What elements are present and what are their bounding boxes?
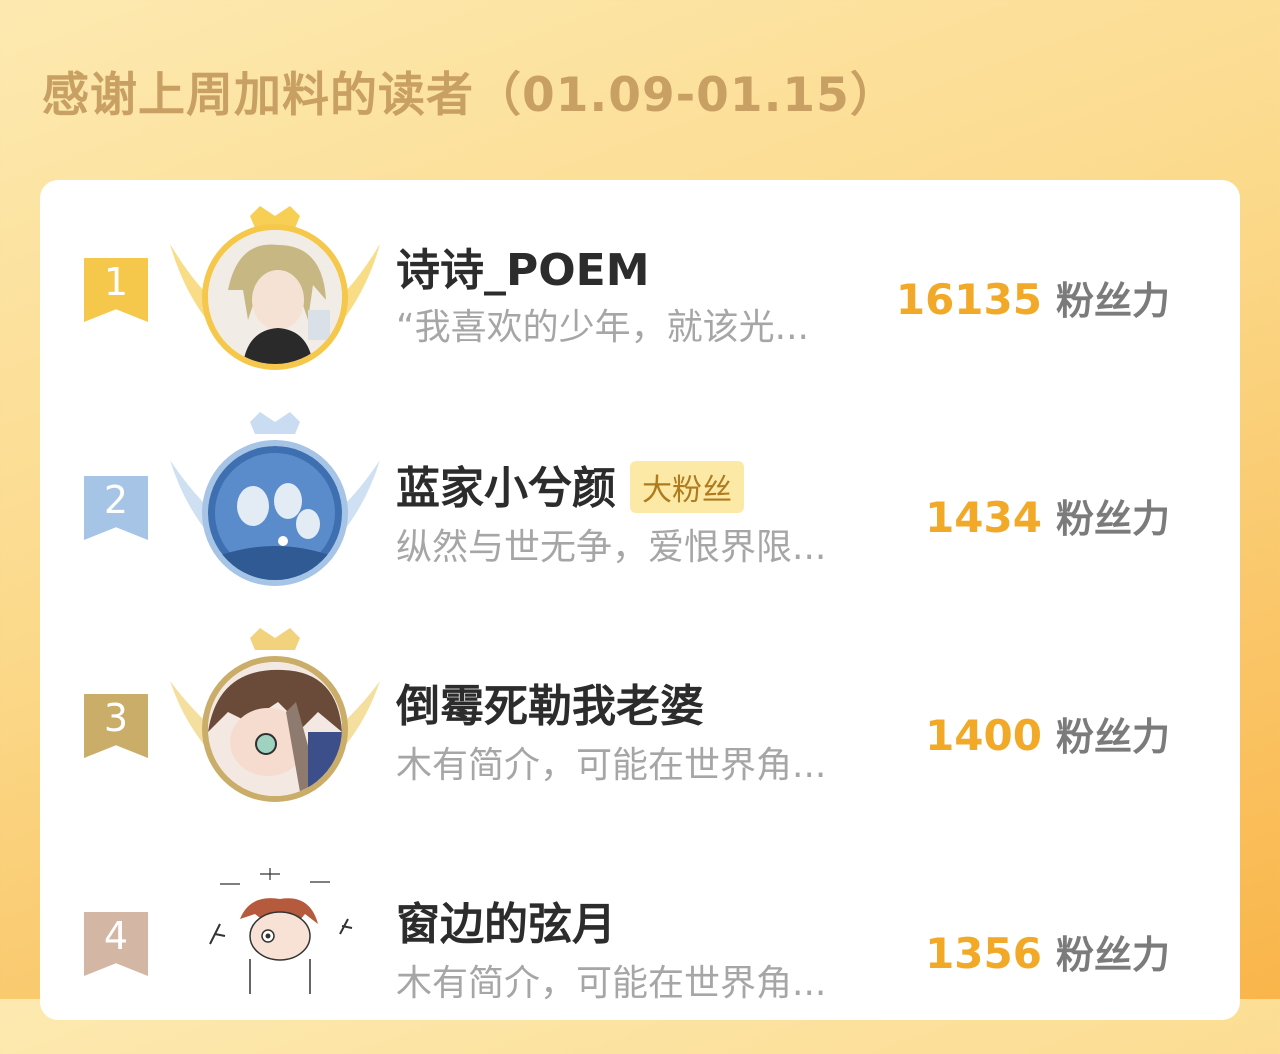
avatar[interactable] bbox=[202, 440, 348, 586]
reader-bio: “我喜欢的少年，就该光... bbox=[396, 307, 809, 348]
reader-bio: 木有简介，可能在世界角... bbox=[396, 963, 827, 1004]
fan-score: 1356 粉丝力 bbox=[925, 924, 1170, 979]
avatar-medal bbox=[170, 626, 380, 802]
reader-bio: 纵然与世无争，爱恨界限... bbox=[396, 527, 827, 568]
avatar[interactable] bbox=[202, 224, 348, 370]
fan-score-unit: 粉丝力 bbox=[1055, 933, 1170, 977]
anime-character-avatar-icon bbox=[208, 230, 342, 364]
fan-score-value: 1400 bbox=[925, 711, 1042, 760]
reader-name[interactable]: 倒霉死勒我老婆 bbox=[396, 670, 704, 734]
reader-bio: 木有简介，可能在世界角... bbox=[396, 745, 827, 786]
brown-hair-avatar-icon bbox=[208, 662, 342, 796]
leaderboard-card: 1 诗诗_POEM “我喜欢的少年，就该光... 16135 粉丝力 2 蓝家小… bbox=[40, 180, 1240, 1020]
avatar[interactable] bbox=[202, 656, 348, 802]
reader-row-2[interactable]: 2 蓝家小兮颜 大粉丝 纵然与世无争，爱恨界限... 1434 粉丝力 bbox=[40, 412, 1240, 618]
blue-group-avatar-icon bbox=[208, 446, 342, 580]
rank-badge: 3 bbox=[84, 694, 148, 758]
fan-score-value: 16135 bbox=[895, 275, 1042, 324]
fan-score-unit: 粉丝力 bbox=[1055, 715, 1170, 759]
rank-badge: 1 bbox=[84, 258, 148, 322]
fan-score-unit: 粉丝力 bbox=[1055, 497, 1170, 541]
avatar-doodle[interactable] bbox=[190, 864, 370, 1004]
fan-score: 1400 粉丝力 bbox=[925, 706, 1170, 761]
fan-score-value: 1434 bbox=[925, 493, 1042, 542]
avatar-medal bbox=[170, 204, 380, 374]
reader-name[interactable]: 诗诗_POEM bbox=[396, 234, 650, 298]
rank-badge: 2 bbox=[84, 476, 148, 540]
fan-score-value: 1356 bbox=[925, 929, 1042, 978]
avatar-medal bbox=[170, 410, 380, 586]
fan-score-unit: 粉丝力 bbox=[1055, 279, 1170, 323]
doodle-avatar-icon bbox=[190, 864, 370, 1004]
fan-score: 1434 粉丝力 bbox=[925, 488, 1170, 543]
rank-badge: 4 bbox=[84, 912, 148, 976]
fan-score: 16135 粉丝力 bbox=[896, 270, 1170, 325]
reader-name[interactable]: 蓝家小兮颜 大粉丝 bbox=[396, 452, 744, 517]
reader-name-text: 蓝家小兮颜 bbox=[396, 463, 616, 514]
reader-row-1[interactable]: 1 诗诗_POEM “我喜欢的少年，就该光... 16135 粉丝力 bbox=[40, 200, 1240, 400]
reader-name[interactable]: 窗边的弦月 bbox=[396, 888, 616, 952]
big-fan-badge: 大粉丝 bbox=[630, 461, 744, 513]
reader-row-4[interactable]: 4 窗边的弦月 木有简介，可能在世界角... 1356 粉丝力 bbox=[40, 854, 1240, 1054]
reader-row-3[interactable]: 3 倒霉死勒我老婆 木有简介，可能在世界角... 1400 粉丝力 bbox=[40, 628, 1240, 836]
page-title: 感谢上周加料的读者（01.09-01.15） bbox=[42, 68, 898, 123]
